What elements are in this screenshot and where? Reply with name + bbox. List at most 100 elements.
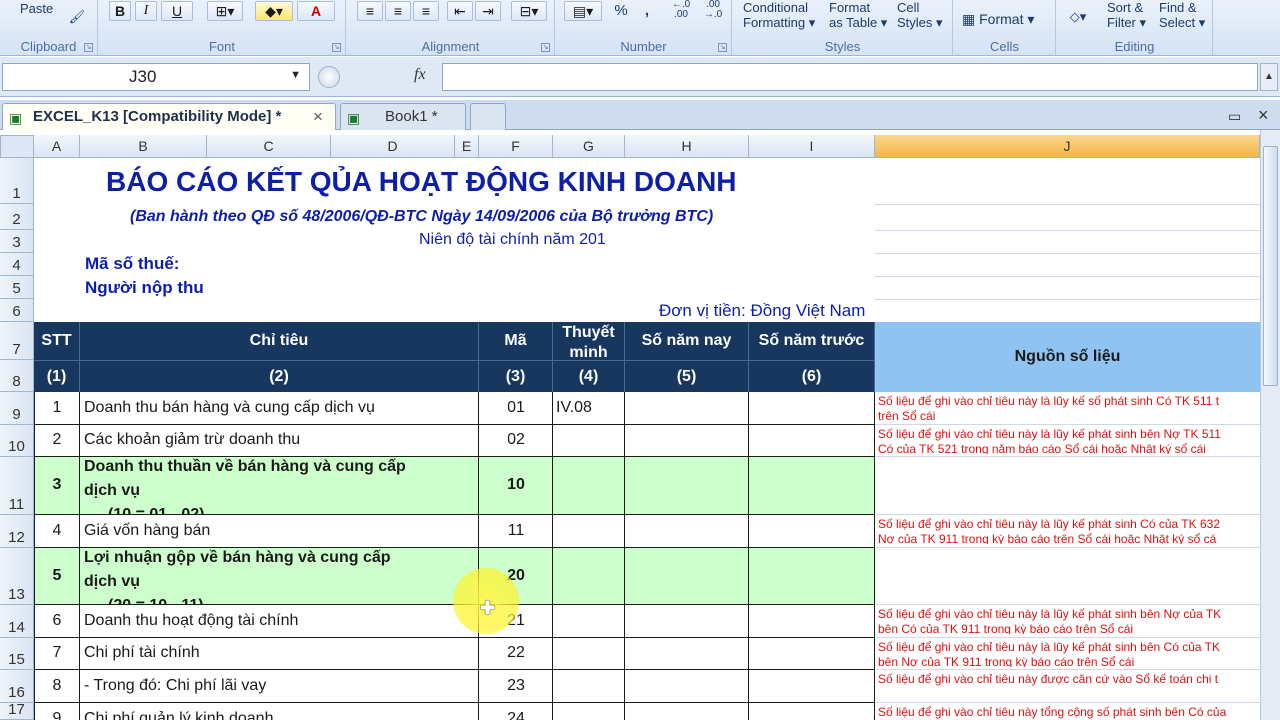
- row-header[interactable]: 9: [0, 392, 34, 425]
- format-as-table-button[interactable]: Format as Table ▾: [829, 0, 887, 30]
- row-header[interactable]: 3: [0, 230, 34, 253]
- sort-filter-button[interactable]: Sort & Filter ▾: [1107, 0, 1146, 30]
- table-cell[interactable]: [553, 548, 625, 605]
- paste-button[interactable]: Paste: [20, 1, 53, 16]
- row-header[interactable]: 15: [0, 638, 34, 670]
- column-header-c[interactable]: C: [207, 135, 331, 158]
- window-minimize-icon[interactable]: ▭: [1228, 108, 1241, 125]
- row-header[interactable]: 1: [0, 158, 34, 204]
- table-cell[interactable]: [625, 425, 749, 457]
- font-color-button[interactable]: A: [297, 1, 335, 21]
- find-select-button[interactable]: Find & Select ▾: [1159, 0, 1205, 30]
- table-cell[interactable]: [875, 457, 1260, 515]
- table-cell[interactable]: [553, 457, 625, 515]
- expand-formula-bar-button[interactable]: ▲: [1260, 63, 1278, 91]
- tab-book1[interactable]: ▣ Book1 *: [340, 103, 466, 130]
- align-left-button[interactable]: ≡: [357, 1, 383, 21]
- conditional-formatting-button[interactable]: Conditional Formatting ▾: [743, 0, 815, 30]
- table-cell[interactable]: [749, 703, 875, 720]
- column-header-g[interactable]: G: [553, 135, 625, 158]
- table-cell[interactable]: [553, 670, 625, 703]
- row-header[interactable]: 4: [0, 253, 34, 276]
- table-cell[interactable]: [625, 670, 749, 703]
- row-header[interactable]: 11: [0, 457, 34, 515]
- decrease-indent-button[interactable]: ⇤: [447, 1, 473, 21]
- table-cell[interactable]: [553, 703, 625, 720]
- comma-button[interactable]: ,: [638, 2, 656, 20]
- row-header[interactable]: 6: [0, 299, 34, 322]
- table-cell[interactable]: [625, 548, 749, 605]
- font-dialog-launcher[interactable]: ↘: [332, 43, 341, 52]
- table-cell[interactable]: [553, 425, 625, 457]
- table-cell[interactable]: [625, 638, 749, 670]
- insert-function-button[interactable]: fx: [414, 66, 426, 84]
- row-header[interactable]: 10: [0, 425, 34, 457]
- row-header[interactable]: 5: [0, 276, 34, 299]
- table-cell[interactable]: [749, 605, 875, 638]
- formula-input[interactable]: [442, 63, 1258, 91]
- table-cell[interactable]: [749, 670, 875, 703]
- align-center-button[interactable]: ≡: [385, 1, 411, 21]
- fill-color-button[interactable]: ◆▾: [255, 1, 293, 21]
- name-box-dropdown-icon[interactable]: ▼: [290, 69, 301, 81]
- merge-center-button[interactable]: ⊟▾: [511, 1, 547, 21]
- row-header[interactable]: 17: [0, 701, 34, 720]
- italic-button[interactable]: I: [135, 1, 157, 21]
- column-header-h[interactable]: H: [625, 135, 749, 158]
- column-header-b[interactable]: B: [80, 135, 207, 158]
- table-cell[interactable]: [553, 605, 625, 638]
- increase-indent-button[interactable]: ⇥: [475, 1, 501, 21]
- tab-excel-k13[interactable]: ▣ EXCEL_K13 [Compatibility Mode] * ×: [2, 103, 336, 130]
- table-cell[interactable]: [749, 515, 875, 548]
- row-header[interactable]: 8: [0, 360, 34, 392]
- table-cell[interactable]: [749, 392, 875, 425]
- table-cell[interactable]: [749, 548, 875, 605]
- cell-styles-button[interactable]: Cell Styles ▾: [897, 0, 943, 30]
- row-header[interactable]: 2: [0, 204, 34, 230]
- tab-close-icon[interactable]: ×: [313, 104, 323, 130]
- scrollbar-thumb[interactable]: [1263, 146, 1278, 386]
- column-header-f[interactable]: F: [479, 135, 553, 158]
- formula-bar-splitter-icon[interactable]: [318, 66, 340, 88]
- select-all-corner[interactable]: [0, 135, 34, 158]
- row-header[interactable]: 16: [0, 670, 34, 703]
- sheet-area[interactable]: BÁO CÁO KẾT QỦA HOẠT ĐỘNG KINH DOANH (Ba…: [34, 158, 1260, 720]
- format-painter-icon[interactable]: 🖌: [66, 8, 88, 26]
- row-header[interactable]: 14: [0, 605, 34, 638]
- column-header-j[interactable]: J: [875, 135, 1260, 158]
- table-cell[interactable]: [625, 605, 749, 638]
- alignment-dialog-launcher[interactable]: ↘: [541, 43, 550, 52]
- table-cell[interactable]: [553, 638, 625, 670]
- column-header-d[interactable]: D: [331, 135, 455, 158]
- percent-button[interactable]: %: [608, 2, 634, 20]
- align-right-button[interactable]: ≡: [413, 1, 439, 21]
- table-cell[interactable]: [749, 638, 875, 670]
- table-cell[interactable]: [625, 703, 749, 720]
- number-dialog-launcher[interactable]: ↘: [718, 43, 727, 52]
- name-box[interactable]: J30 ▼: [2, 63, 310, 91]
- table-cell[interactable]: [625, 515, 749, 548]
- window-close-icon[interactable]: ×: [1258, 105, 1269, 126]
- row-header[interactable]: 7: [0, 322, 34, 360]
- bold-button[interactable]: B: [109, 1, 131, 21]
- table-cell[interactable]: [749, 425, 875, 457]
- row-header[interactable]: 12: [0, 515, 34, 548]
- column-header-e[interactable]: E: [455, 135, 479, 158]
- underline-button[interactable]: U: [161, 1, 193, 21]
- table-cell[interactable]: [749, 457, 875, 515]
- new-tab-button[interactable]: [470, 103, 506, 130]
- borders-button[interactable]: ⊞▾: [207, 1, 243, 21]
- row-header[interactable]: 13: [0, 548, 34, 605]
- decrease-decimal-button[interactable]: .00 →.0: [700, 0, 726, 20]
- format-cells-button[interactable]: ▦ Format ▾: [962, 12, 1034, 27]
- accounting-format-button[interactable]: ▤▾: [564, 1, 602, 21]
- table-cell[interactable]: [625, 457, 749, 515]
- increase-decimal-button[interactable]: ←.0.00: [668, 0, 694, 20]
- clear-icon[interactable]: ◇▾: [1063, 8, 1093, 26]
- table-cell[interactable]: [625, 392, 749, 425]
- clipboard-dialog-launcher[interactable]: ↘: [84, 43, 93, 52]
- vertical-scrollbar[interactable]: [1260, 130, 1280, 720]
- column-header-a[interactable]: A: [34, 135, 80, 158]
- table-cell[interactable]: [553, 515, 625, 548]
- column-header-i[interactable]: I: [749, 135, 875, 158]
